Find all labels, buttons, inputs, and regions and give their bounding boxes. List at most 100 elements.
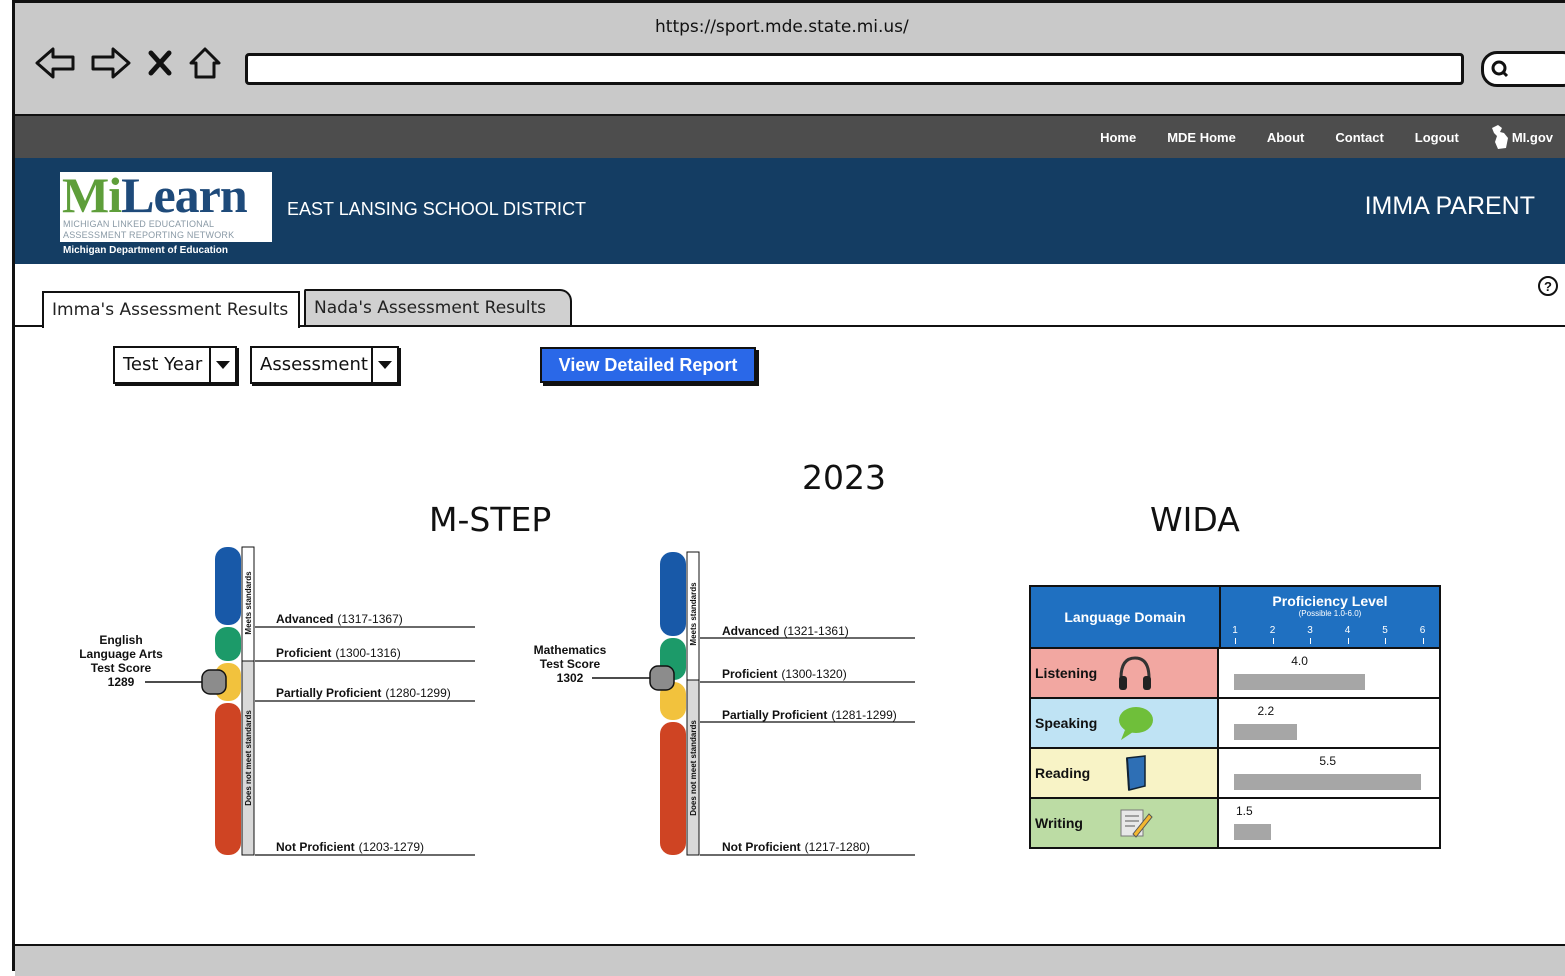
ela-not-proficient-label: Not Proficient (1203-1279) xyxy=(276,840,424,854)
wida-scale-tick xyxy=(1272,638,1274,644)
wida-col-domain: Language Domain xyxy=(1031,587,1221,649)
ela-score-value: 1289 xyxy=(108,675,135,689)
ela-score-line-1: English xyxy=(99,633,142,647)
search-icon xyxy=(1491,60,1509,78)
chevron-down-icon xyxy=(209,348,235,382)
report-year: 2023 xyxy=(802,458,886,497)
math-proficient-label: Proficient (1300-1320) xyxy=(722,667,847,681)
test-year-value: Test Year xyxy=(123,354,203,375)
math-score-line-2: Test Score xyxy=(540,657,601,671)
browser-status-bar xyxy=(15,944,1565,976)
nav-mi-gov[interactable]: MI.gov xyxy=(1490,124,1553,150)
wida-scale-tick xyxy=(1310,638,1311,644)
ela-advanced-segment xyxy=(215,547,241,625)
assessment-select[interactable]: Assessment xyxy=(250,346,399,384)
ela-score-marker xyxy=(201,669,227,695)
math-advanced-segment xyxy=(660,552,686,636)
wida-proficiency-sub: (Possible 1.0-6.0) xyxy=(1298,609,1362,618)
wida-scale-tick-label: 3 xyxy=(1307,625,1313,636)
wida-bar-listening xyxy=(1234,674,1365,690)
nav-logout[interactable]: Logout xyxy=(1415,130,1459,145)
speech-bubble-icon xyxy=(1119,707,1153,740)
wida-scale: 1 2 3 4 5 6 xyxy=(1232,625,1426,645)
michigan-icon xyxy=(1491,125,1508,149)
wida-score-speaking: 2.2 xyxy=(1257,704,1275,718)
back-icon[interactable] xyxy=(33,41,79,85)
tab-imma-results[interactable]: Imma's Assessment Results xyxy=(42,291,300,328)
forward-icon[interactable] xyxy=(87,41,133,85)
wida-scale-tick xyxy=(1385,638,1386,644)
math-meets-label: Meets standards xyxy=(689,582,698,646)
wida-scale-tick xyxy=(1235,638,1236,644)
mstep-math-gauge: Mathematics Test Score 1302 Meets standa… xyxy=(534,551,915,856)
math-not-meets-label: Does not meet standards xyxy=(689,720,698,816)
math-score-value: 1302 xyxy=(557,671,584,685)
chevron-down-icon xyxy=(371,348,397,382)
wida-row-listening: Listening 4.0 xyxy=(1031,647,1439,699)
logo-line-3: Michigan Department of Education xyxy=(60,242,272,260)
view-detailed-report-button[interactable]: View Detailed Report xyxy=(540,347,756,383)
ela-advanced-label: Advanced (1317-1367) xyxy=(276,612,403,626)
milearn-logo[interactable]: MiLearn MICHIGAN LINKED EDUCATIONAL ASSE… xyxy=(60,167,272,260)
ela-proficient-label: Proficient (1300-1316) xyxy=(276,646,401,660)
math-score-line-1: Mathematics xyxy=(534,643,607,657)
wida-bar-writing xyxy=(1234,824,1271,840)
browser-chrome: https://sport.mde.state.mi.us/ xyxy=(15,3,1565,116)
browser-search[interactable] xyxy=(1481,51,1565,87)
wida-title: WIDA xyxy=(1150,500,1240,539)
wida-scale-tick-label: 4 xyxy=(1344,625,1351,636)
address-bar[interactable] xyxy=(245,53,1464,85)
math-score-marker xyxy=(649,665,675,691)
mstep-ela-gauge: English Language Arts Test Score 1289 Me… xyxy=(79,546,475,856)
ela-meets-label: Meets standards xyxy=(244,571,253,635)
url-text: https://sport.mde.state.mi.us/ xyxy=(655,17,909,37)
browser-window: https://sport.mde.state.mi.us/ Home MDE … xyxy=(12,0,1565,976)
home-icon[interactable] xyxy=(185,41,231,85)
ela-score-line-2: Language Arts xyxy=(79,647,163,661)
wida-row-speaking: Speaking 2.2 xyxy=(1031,697,1439,749)
math-advanced-label: Advanced (1321-1361) xyxy=(722,624,849,638)
site-banner: MiLearn MICHIGAN LINKED EDUCATIONAL ASSE… xyxy=(15,158,1565,264)
wida-score-writing: 1.5 xyxy=(1236,804,1253,818)
wida-scale-tick-label: 1 xyxy=(1232,625,1238,636)
ela-not-meets-label: Does not meet standards xyxy=(244,710,253,806)
help-icon[interactable]: ? xyxy=(1537,275,1559,297)
logo-line-2: ASSESSMENT REPORTING NETWORK xyxy=(63,230,235,240)
top-navigation: Home MDE Home About Contact Logout MI.go… xyxy=(15,116,1565,158)
wida-scale-tick-label: 2 xyxy=(1269,625,1276,636)
wida-score-listening: 4.0 xyxy=(1291,654,1308,668)
user-name[interactable]: IMMA PARENT xyxy=(1365,192,1535,221)
math-not-proficient-label: Not Proficient (1217-1280) xyxy=(722,840,870,854)
logo-mi: Mi xyxy=(62,167,122,223)
tab-nada-results[interactable]: Nada's Assessment Results xyxy=(304,289,572,325)
ela-partial-label: Partially Proficient (1280-1299) xyxy=(276,686,451,700)
test-year-select[interactable]: Test Year xyxy=(113,346,237,384)
book-icon xyxy=(1126,755,1146,791)
wida-row-reading: Reading 5.5 xyxy=(1031,747,1439,799)
wida-col-proficiency: Proficiency Level (Possible 1.0-6.0) 1 2 3… xyxy=(1221,587,1439,649)
wida-scale-tick xyxy=(1422,638,1424,644)
logo-line-1: MICHIGAN LINKED EDUCATIONAL xyxy=(63,219,215,229)
ela-score-line-3: Test Score xyxy=(91,661,152,675)
ela-not-proficient-segment xyxy=(215,703,241,855)
math-not-proficient-segment xyxy=(660,722,686,855)
wida-bar-reading xyxy=(1234,774,1421,790)
pencil-paper-icon xyxy=(1120,809,1153,838)
stop-icon[interactable] xyxy=(145,41,175,85)
mi-gov-label: MI.gov xyxy=(1511,129,1553,145)
wida-proficiency-title: Proficiency Level xyxy=(1272,593,1388,609)
nav-about[interactable]: About xyxy=(1267,130,1305,145)
math-partial-label: Partially Proficient (1281-1299) xyxy=(722,708,897,722)
nav-home[interactable]: Home xyxy=(1100,130,1136,145)
headphones-icon xyxy=(1119,656,1151,690)
wida-table: Language Domain Proficiency Level (Possi… xyxy=(1029,585,1441,849)
mstep-title: M-STEP xyxy=(429,500,552,539)
nav-contact[interactable]: Contact xyxy=(1335,130,1383,145)
wida-scale-tick-label: 5 xyxy=(1382,625,1388,636)
logo-learn: Learn xyxy=(121,167,248,223)
wida-score-reading: 5.5 xyxy=(1319,754,1337,768)
wida-scale-tick-label: 6 xyxy=(1419,625,1426,636)
wida-bar-speaking xyxy=(1234,724,1297,740)
nav-mde-home[interactable]: MDE Home xyxy=(1167,130,1236,145)
ela-score-label: English Language Arts Test Score 1289 xyxy=(79,633,163,689)
